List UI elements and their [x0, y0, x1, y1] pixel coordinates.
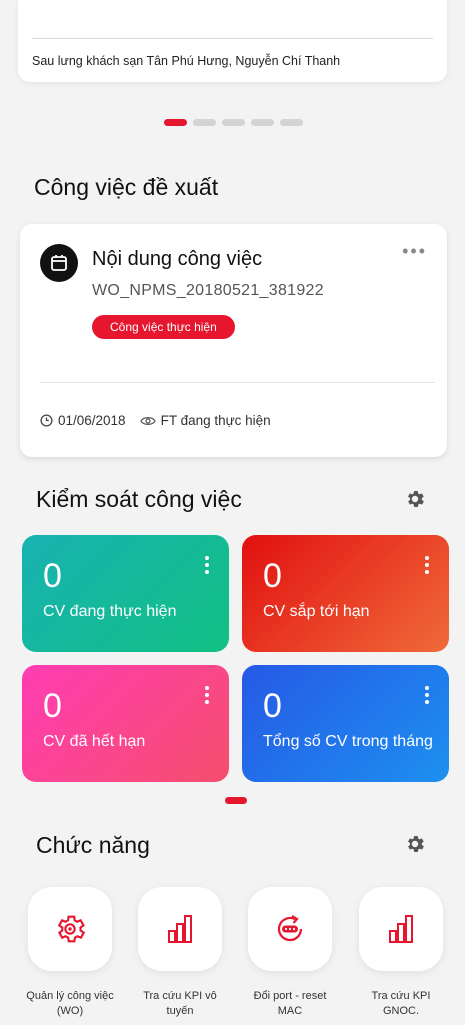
settings-gear-icon [57, 915, 86, 943]
carousel-indicator [164, 119, 303, 126]
clock-icon [40, 414, 53, 427]
tile-count: 0 [263, 557, 282, 595]
job-title: Nội dung công việc [92, 248, 263, 270]
eye-icon [139, 416, 156, 425]
port-reset-icon [277, 915, 303, 942]
settings-icon[interactable] [404, 833, 426, 855]
job-meta: 01/06/2018 FT đang thực hiện [40, 413, 285, 428]
more-vertical-icon[interactable] [425, 556, 429, 577]
page-indicator [225, 797, 247, 804]
feature-port-reset[interactable]: Đổi port - reset MAC [245, 887, 335, 1019]
feature-label: Tra cứu KPI GNOC. [371, 990, 431, 1017]
job-date: 01/06/2018 [58, 413, 126, 428]
divider [32, 38, 433, 39]
more-vertical-icon[interactable] [205, 556, 209, 577]
feature-button[interactable] [248, 887, 332, 971]
job-type-badge: Công việc thực hiện [92, 315, 235, 339]
tile-count: 0 [43, 687, 62, 725]
feature-button[interactable] [28, 887, 112, 971]
bar-chart-icon [168, 915, 192, 943]
carousel-dot[interactable] [222, 119, 245, 126]
feature-work-management[interactable]: Quản lý công việc (WO) [25, 887, 115, 1019]
feature-button[interactable] [359, 887, 443, 971]
carousel-dot[interactable] [193, 119, 216, 126]
tile-label: CV đã hết hạn [43, 733, 146, 750]
tile-label: CV sắp tới hạn [263, 603, 370, 620]
tile-label: CV đang thực hiện [43, 603, 177, 620]
tile-count: 0 [43, 557, 62, 595]
suggested-job-card[interactable]: Nội dung công việc WO_NPMS_20180521_3819… [20, 224, 447, 457]
tile-label: Tổng số CV trong tháng [263, 733, 433, 750]
more-vertical-icon[interactable] [425, 686, 429, 707]
tile-in-progress[interactable]: 0 CV đang thực hiện [22, 535, 229, 652]
features-title: Chức năng [36, 832, 150, 858]
bar-chart-icon [389, 915, 413, 943]
more-vertical-icon[interactable] [205, 686, 209, 707]
job-code: WO_NPMS_20180521_381922 [92, 282, 324, 299]
job-status: FT đang thực hiện [160, 413, 271, 428]
tile-count: 0 [263, 687, 282, 725]
settings-icon[interactable] [404, 488, 426, 510]
divider [40, 382, 435, 383]
tile-monthly-total[interactable]: 0 Tổng số CV trong tháng [242, 665, 449, 782]
tile-overdue[interactable]: 0 CV đã hết hạn [22, 665, 229, 782]
suggested-jobs-title: Công việc đề xuất [34, 174, 219, 200]
more-options-icon[interactable]: ••• [402, 242, 427, 260]
carousel-dot[interactable] [280, 119, 303, 126]
carousel-dot[interactable] [251, 119, 274, 126]
job-address: Sau lưng khách sạn Tân Phú Hưng, Nguyễn … [32, 54, 341, 68]
carousel-dot[interactable] [164, 119, 187, 126]
feature-label: Tra cứu KPI vô tuyến [143, 990, 217, 1017]
calendar-icon [40, 244, 78, 282]
work-control-title: Kiểm soát công việc [36, 486, 242, 512]
feature-kpi-gnoc[interactable]: Tra cứu KPI GNOC. [356, 887, 446, 1019]
feature-kpi-radio[interactable]: Tra cứu KPI vô tuyến [135, 887, 225, 1019]
feature-label: Đổi port - reset MAC [253, 990, 327, 1017]
feature-button[interactable] [138, 887, 222, 971]
previous-job-card[interactable]: Sau lưng khách sạn Tân Phú Hưng, Nguyễn … [18, 0, 447, 82]
tile-near-deadline[interactable]: 0 CV sắp tới hạn [242, 535, 449, 652]
feature-label: Quản lý công việc (WO) [26, 990, 114, 1017]
